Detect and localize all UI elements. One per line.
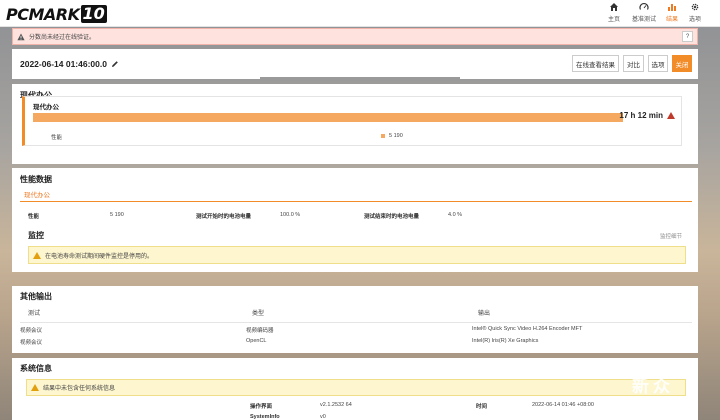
row2-test: 视频会议 bbox=[20, 340, 43, 346]
pencil-icon[interactable] bbox=[111, 60, 119, 68]
perf-label-3: 测试结束时的电池电量 bbox=[364, 214, 420, 220]
watermark-sub: 浪 bbox=[632, 397, 639, 404]
row2-output: Intel(R) Iris(R) Xe Graphics bbox=[472, 338, 539, 344]
benchmark-card[interactable]: 现代办公 17 h 12 min 性能 5 190 bbox=[22, 96, 682, 146]
validation-warning: 分数尚未经过在线验证。 ? bbox=[12, 28, 698, 45]
bar-chart-icon bbox=[668, 4, 676, 11]
duration-text: 17 h 12 min bbox=[619, 111, 663, 120]
row1-test: 视频会议 bbox=[20, 328, 43, 334]
validation-warning-text: 分数尚未经过在线验证。 bbox=[29, 35, 96, 41]
result-datetime: 2022-06-14 01:46:00.0 bbox=[20, 59, 107, 69]
table-row: 视频会议 OpenCL Intel(R) Iris(R) Xe Graphics bbox=[12, 338, 698, 348]
perf-section: 性能数据 现代办公 性能 5 190 测试开始时的电池电量 100.0 % 测试… bbox=[12, 168, 698, 272]
monitor-details-link[interactable]: 监控细节 bbox=[660, 232, 682, 240]
col-header-test: 测试 bbox=[28, 311, 41, 317]
benchmark-section: 现代办公 现代办公 17 h 12 min 性能 5 190 bbox=[12, 84, 698, 164]
os-label: 操作界面 bbox=[250, 404, 273, 410]
site-watermark: 新 众 浪 bbox=[632, 372, 670, 405]
row1-output: Intel® Quick Sync Video H.264 Encoder MF… bbox=[472, 326, 583, 332]
table-header-rule bbox=[20, 322, 692, 323]
nav-benchmarks-label: 基准测试 bbox=[631, 17, 656, 23]
row2-type: OpenCL bbox=[246, 338, 267, 344]
perf-value-1: 5 190 bbox=[110, 212, 124, 218]
warning-triangle-icon bbox=[33, 251, 41, 259]
sysinfo-title: 系统信息 bbox=[20, 364, 52, 373]
view-online-button[interactable]: 在线查看结果 bbox=[572, 55, 619, 72]
result-title: 2022-06-14 01:46:00.0 bbox=[20, 59, 119, 69]
legend-swatch bbox=[381, 133, 385, 138]
perf-label-2: 测试开始时的电池电量 bbox=[196, 214, 252, 220]
perf-section-title: 性能数据 bbox=[20, 175, 52, 184]
duration-value: 17 h 12 min bbox=[619, 111, 675, 120]
watermark-char-1: 新 bbox=[632, 377, 649, 397]
compare-button[interactable]: 对比 bbox=[623, 55, 644, 72]
monitor-warning: 在电池寿命测试期间硬件监控是停用的。 bbox=[28, 246, 686, 264]
monitor-title: 监控 bbox=[28, 231, 44, 240]
other-output-title: 其他输出 bbox=[20, 292, 52, 301]
table-row: 视频会议 视频编码器 Intel® Quick Sync Video H.264… bbox=[12, 326, 698, 336]
nav-home-label: 主页 bbox=[607, 17, 620, 23]
sysinfo-value: v0 bbox=[320, 414, 326, 420]
home-icon bbox=[610, 3, 618, 11]
logo-number: 10 bbox=[80, 4, 107, 23]
time-value: 2022-06-14 01:46 +08:00 bbox=[532, 402, 594, 408]
pcmark-logo: PCMARK 10 bbox=[6, 4, 107, 24]
score-value: 5 190 bbox=[389, 133, 403, 139]
error-triangle-icon bbox=[667, 112, 675, 119]
tab-modern-office[interactable]: 现代办公 bbox=[24, 189, 50, 199]
other-output-section: 其他输出 测试 类型 输出 视频会议 视频编码器 Intel® Quick Sy… bbox=[12, 286, 698, 353]
sysinfo-label: SystemInfo bbox=[250, 414, 280, 420]
sysinfo-section: 系统信息 结果中未包含任何系统信息 操作界面 v2.1.2532 64 时间 2… bbox=[12, 358, 698, 420]
header-divider bbox=[260, 77, 460, 80]
os-value: v2.1.2532 64 bbox=[320, 402, 352, 408]
benchmark-card-title: 现代办公 bbox=[33, 104, 59, 111]
col-header-output: 输出 bbox=[478, 311, 491, 317]
top-bar: PCMARK 10 主页 基准测试 结果 选项 bbox=[0, 0, 720, 27]
gear-icon bbox=[691, 3, 699, 11]
score-legend: 5 190 bbox=[381, 133, 403, 139]
nav-options-label: 选项 bbox=[688, 17, 701, 23]
monitor-warning-text: 在电池寿命测试期间硬件监控是停用的。 bbox=[45, 253, 154, 260]
warning-icon bbox=[17, 33, 25, 40]
sysinfo-warning: 结果中未包含任何系统信息 bbox=[26, 379, 686, 396]
result-header: 2022-06-14 01:46:00.0 在线查看结果 对比 选项 关闭 bbox=[12, 49, 698, 79]
row1-type: 视频编码器 bbox=[246, 328, 274, 334]
options-button[interactable]: 选项 bbox=[648, 55, 668, 72]
gauge-icon bbox=[639, 2, 649, 10]
col-header-type: 类型 bbox=[252, 311, 265, 317]
watermark-char-2: 众 bbox=[653, 377, 670, 397]
tab-underline bbox=[20, 201, 692, 202]
perf-value-3: 4.0 % bbox=[448, 212, 463, 218]
help-button[interactable]: ? bbox=[682, 31, 693, 42]
score-label: 性能 bbox=[51, 135, 63, 141]
perf-value-2: 100.0 % bbox=[280, 212, 301, 218]
time-label: 时间 bbox=[476, 404, 488, 410]
score-bar bbox=[33, 113, 623, 122]
logo-text: PCMARK bbox=[6, 4, 80, 24]
nav-options[interactable]: 选项 bbox=[677, 2, 713, 26]
warning-triangle-icon bbox=[31, 384, 39, 391]
sysinfo-warning-text: 结果中未包含任何系统信息 bbox=[43, 386, 116, 392]
close-button[interactable]: 关闭 bbox=[672, 55, 692, 72]
perf-label-1: 性能 bbox=[28, 214, 40, 220]
